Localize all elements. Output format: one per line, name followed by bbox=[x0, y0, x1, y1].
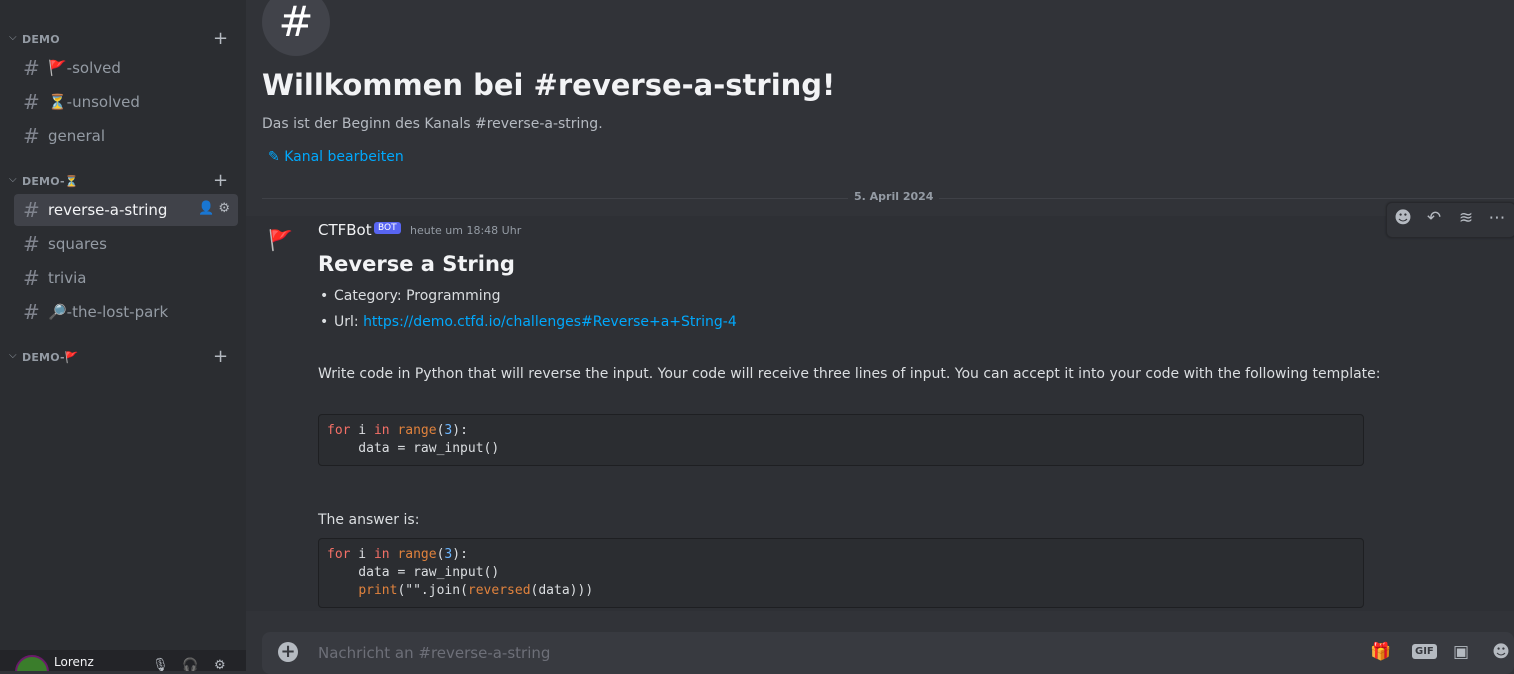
gear-icon[interactable]: ⚙ bbox=[218, 201, 230, 216]
gif-icon[interactable]: GIF bbox=[1412, 644, 1437, 659]
code-line: for i in range(3): bbox=[327, 423, 468, 438]
code-line: print("".join(reversed(data))) bbox=[358, 583, 594, 598]
hash-icon: # bbox=[23, 300, 40, 324]
channel-sidebar: ⌵ DEMO + # 🚩-solved # ⏳-unsolved # gener… bbox=[0, 0, 246, 671]
channel-label: squares bbox=[48, 235, 107, 253]
pencil-icon: ✎ bbox=[268, 149, 280, 165]
username: Lorenz bbox=[54, 655, 94, 669]
user-panel: Lorenz 🎙 🎧 ⚙ bbox=[0, 650, 246, 671]
chevron-down-icon: ⌵ bbox=[9, 32, 17, 43]
category-label: DEMO bbox=[22, 33, 60, 46]
hash-icon: # bbox=[23, 266, 40, 290]
emoji-icon[interactable]: ☻ bbox=[1393, 208, 1413, 230]
code-block-answer: for i in range(3): data = raw_input() pr… bbox=[318, 538, 1364, 608]
emoji-icon[interactable]: ☻ bbox=[1490, 642, 1512, 664]
chat-main: # Willkommen bei #reverse-a-string! Das … bbox=[246, 0, 1514, 674]
embed-title: Reverse a String bbox=[318, 252, 515, 276]
message-input[interactable]: Nachricht an #reverse-a-string bbox=[318, 644, 550, 662]
welcome-subtitle: Das ist der Beginn des Kanals #reverse-a… bbox=[262, 116, 603, 132]
embed-bullets: Category: Programming Url: https://demo.… bbox=[318, 288, 737, 340]
list-item: Category: Programming bbox=[318, 288, 737, 314]
message-timestamp: heute um 18:48 Uhr bbox=[410, 224, 522, 237]
category-demo[interactable]: ⌵ DEMO + bbox=[0, 28, 246, 50]
challenge-link[interactable]: https://demo.ctfd.io/challenges#Reverse+… bbox=[363, 314, 737, 330]
category-label: DEMO-⏳ bbox=[22, 175, 79, 188]
code-block-template: for i in range(3): data = raw_input() bbox=[318, 414, 1364, 466]
flag-avatar-icon[interactable]: 🚩 bbox=[268, 228, 293, 252]
category-label: DEMO-🚩 bbox=[22, 351, 79, 364]
hash-icon: # bbox=[23, 198, 40, 222]
hash-icon: # bbox=[23, 90, 40, 114]
chevron-down-icon: ⌵ bbox=[9, 350, 17, 361]
thread-icon[interactable]: ≋ bbox=[1456, 208, 1476, 230]
chevron-down-icon: ⌵ bbox=[9, 174, 17, 185]
add-channel-icon[interactable]: + bbox=[213, 346, 228, 367]
add-channel-icon[interactable]: + bbox=[213, 170, 228, 191]
headset-icon[interactable]: 🎧 bbox=[182, 658, 198, 671]
channel-label: 🚩-solved bbox=[48, 59, 121, 77]
sidebar-item-squares[interactable]: # squares bbox=[14, 228, 238, 260]
list-item: Url: https://demo.ctfd.io/challenges#Rev… bbox=[318, 314, 737, 340]
hash-icon: # bbox=[23, 232, 40, 256]
edit-channel-link[interactable]: ✎ Kanal bearbeiten bbox=[268, 149, 404, 165]
code-line: for i in range(3): bbox=[327, 547, 468, 562]
gear-icon[interactable]: ⚙ bbox=[214, 658, 228, 671]
add-channel-icon[interactable]: + bbox=[213, 28, 228, 49]
microphone-icon[interactable]: 🎙 bbox=[152, 658, 169, 671]
more-icon[interactable]: ⋯ bbox=[1487, 208, 1507, 230]
hash-icon: # bbox=[23, 124, 40, 148]
avatar[interactable] bbox=[15, 655, 49, 671]
message-paragraph: Write code in Python that will reverse t… bbox=[318, 366, 1381, 382]
message-composer[interactable]: + Nachricht an #reverse-a-string 🎁 GIF ▣… bbox=[262, 632, 1514, 674]
sidebar-item-solved[interactable]: # 🚩-solved bbox=[14, 52, 238, 84]
hash-icon: # bbox=[23, 56, 40, 80]
add-attachment-icon[interactable]: + bbox=[278, 642, 298, 662]
message-actions: ☻ ↶ ≋ ⋯ bbox=[1386, 202, 1514, 238]
category-demo-flag[interactable]: ⌵ DEMO-🚩 + bbox=[0, 346, 246, 368]
message-author[interactable]: CTFBot bbox=[318, 221, 372, 239]
invite-icon[interactable]: 👤 bbox=[198, 201, 214, 216]
sidebar-item-reverse-a-string[interactable]: # reverse-a-string 👤 ⚙ bbox=[14, 194, 238, 226]
channel-label: reverse-a-string bbox=[48, 201, 168, 219]
gift-icon[interactable]: 🎁 bbox=[1370, 642, 1392, 664]
channel-label: 🔎-the-lost-park bbox=[48, 303, 169, 321]
page-title: Willkommen bei #reverse-a-string! bbox=[262, 68, 836, 102]
channel-label: trivia bbox=[48, 269, 87, 287]
sticker-icon[interactable]: ▣ bbox=[1450, 642, 1472, 664]
date-label: 5. April 2024 bbox=[848, 190, 940, 203]
sidebar-item-unsolved[interactable]: # ⏳-unsolved bbox=[14, 86, 238, 118]
channel-tools: 👤 ⚙ bbox=[198, 201, 230, 216]
channel-label: ⏳-unsolved bbox=[48, 93, 140, 111]
url-prefix: Url: bbox=[334, 314, 364, 330]
sidebar-item-trivia[interactable]: # trivia bbox=[14, 262, 238, 294]
category-demo-hourglass[interactable]: ⌵ DEMO-⏳ + bbox=[0, 170, 246, 192]
edit-channel-label: Kanal bearbeiten bbox=[284, 149, 404, 165]
channel-label: general bbox=[48, 127, 106, 145]
sidebar-item-the-lost-park[interactable]: # 🔎-the-lost-park bbox=[14, 296, 238, 328]
sidebar-item-general[interactable]: # general bbox=[14, 120, 238, 152]
code-line: data = raw_input() bbox=[327, 441, 500, 456]
bot-badge: BOT bbox=[374, 222, 401, 234]
code-line: data = raw_input() bbox=[327, 565, 500, 580]
reply-icon[interactable]: ↶ bbox=[1424, 208, 1444, 230]
answer-label: The answer is: bbox=[318, 512, 420, 528]
hash-icon: # bbox=[262, 0, 330, 56]
message: 🚩 CTFBot BOT heute um 18:48 Uhr ☻ ↶ ≋ ⋯ … bbox=[246, 202, 1514, 611]
